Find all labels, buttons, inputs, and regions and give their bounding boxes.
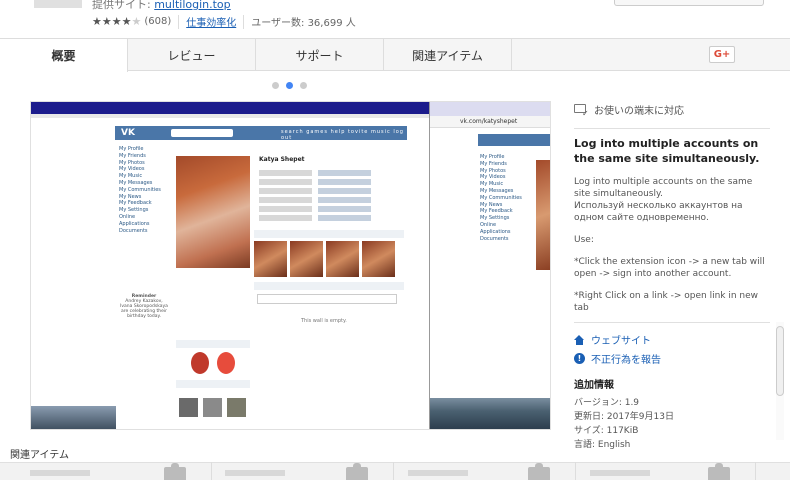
description-body: Log into multiple accounts on the same s…	[574, 176, 770, 324]
carousel-dot[interactable]	[272, 82, 279, 89]
vk-menu-item: Online	[480, 221, 497, 228]
wall-empty-text: This wall is empty.	[301, 318, 347, 324]
gift-image	[191, 352, 209, 374]
vk-left-menu-2: My Profile My Friends My Photos My Videos My…	[480, 154, 522, 242]
carousel-dot[interactable]	[300, 82, 307, 89]
related-items-title: 関連アイテム	[10, 450, 69, 461]
vk-menu-item: My Videos	[480, 174, 506, 181]
profile-photo	[176, 156, 250, 268]
friend-avatar	[203, 398, 222, 417]
meta-row: ★★★★★ (608) 仕事効率化 ユーザー数: 36,699 人	[92, 14, 356, 29]
scrollbar-thumb[interactable]	[776, 326, 784, 396]
vk-search-input	[171, 129, 233, 137]
puzzle-icon	[708, 463, 730, 480]
gplus-share-button[interactable]: G+	[709, 46, 735, 63]
vk-menu-item: Documents	[480, 235, 509, 242]
gifts-header	[176, 340, 250, 348]
description-paragraph: *Click the extension icon -> a new tab w…	[574, 257, 765, 279]
vk-header: VK search games help tovite music log ou…	[115, 126, 407, 141]
url-bar: vk.com/katyshepet	[430, 116, 550, 128]
description-paragraph: Log into multiple accounts on the same s…	[574, 177, 753, 223]
vk-menu-item: My Videos	[119, 166, 145, 173]
rating-stars[interactable]: ★★★★★	[92, 15, 141, 28]
device-compat: ✓ お使いの端末に対応	[574, 102, 684, 118]
vk-nav: search games help tovite music log out	[281, 129, 404, 141]
vk-logo: VK	[121, 128, 135, 138]
wall-input	[257, 294, 397, 304]
vk-menu-item: My Communities	[119, 186, 161, 193]
updated-info: 更新日: 2017年9月13日	[574, 412, 674, 422]
vk-menu-item: My Photos	[119, 159, 145, 166]
vk-menu-item: My Messages	[480, 187, 514, 194]
vk-menu-item: My Profile	[119, 146, 144, 152]
wall-header	[254, 282, 404, 290]
language-info: 言語: English	[574, 440, 631, 450]
additional-info-title: 追加情報	[574, 380, 614, 391]
friends-header	[176, 380, 250, 388]
friend-avatar	[179, 398, 198, 417]
description-title: Log into multiple accounts on the same s…	[574, 137, 760, 165]
vk-left-menu: My Profile My Friends My Photos My Videos My…	[119, 146, 169, 234]
desktop-background	[31, 406, 116, 429]
vk-menu-item: My Messages	[119, 179, 153, 186]
vk-menu-item: Applications	[119, 220, 150, 227]
tab-reviews[interactable]: レビュー	[128, 39, 256, 71]
add-button-edge[interactable]	[614, 0, 764, 6]
vk-menu-item: My News	[480, 201, 503, 208]
puzzle-icon	[346, 463, 368, 480]
version-info: バージョン: 1.9	[574, 398, 640, 408]
vk-menu-item: My Friends	[119, 152, 146, 159]
vk-menu-item: My Music	[119, 173, 143, 180]
browser-tabbar	[31, 102, 431, 114]
description-paragraph: Use:	[574, 235, 594, 245]
provider-link[interactable]: multilogin.top	[154, 0, 230, 11]
vk-reminder: Reminder Andrey Kazakov, Ivana Skoropods…	[120, 294, 168, 319]
vk-menu-item: My Feedback	[119, 200, 152, 207]
puzzle-icon	[164, 463, 186, 480]
vk-menu-item: My Profile	[480, 154, 505, 160]
second-browser-window: vk.com/katyshepet My Profile My Friends My…	[429, 102, 550, 429]
description-paragraph: *Right Click on a link -> open link in n…	[574, 291, 759, 313]
sea-background	[430, 398, 550, 429]
vk-menu-item: Applications	[480, 228, 511, 235]
photo-thumbnails	[254, 241, 395, 277]
item-header: 提供サイト: multilogin.top ★★★★★ (608) 仕事効率化 …	[0, 0, 790, 38]
vk-menu-item: My Communities	[480, 194, 522, 201]
vk-menu-item: My News	[119, 193, 142, 200]
tab-related[interactable]: 関連アイテム	[384, 39, 512, 71]
carousel-dot-active[interactable]	[286, 82, 293, 89]
user-count: ユーザー数: 36,699 人	[251, 18, 356, 29]
carousel-dots	[272, 82, 307, 89]
website-link[interactable]: ウェブサイト	[574, 332, 651, 347]
tab-overview[interactable]: 概要	[0, 39, 128, 72]
tab-support[interactable]: サポート	[256, 39, 384, 71]
friend-avatar	[227, 398, 246, 417]
profile-info	[259, 170, 399, 224]
home-icon	[574, 334, 585, 345]
gift-image	[217, 352, 235, 374]
report-abuse-link[interactable]: ! 不正行為を報告	[574, 351, 661, 366]
extension-logo	[34, 0, 82, 8]
vk-menu-item: Documents	[119, 227, 148, 234]
screenshot-preview[interactable]: VK search games help tovite music log ou…	[30, 101, 551, 430]
photos-header	[254, 230, 404, 238]
vk-menu-item: My Feedback	[480, 208, 513, 215]
rating-count: (608)	[144, 16, 172, 27]
puzzle-icon	[528, 463, 550, 480]
provider-line: 提供サイト: multilogin.top	[92, 0, 231, 11]
vk-menu-item: My Settings	[480, 215, 510, 222]
device-check-icon: ✓	[574, 103, 590, 118]
vk-menu-item: My Photos	[480, 167, 506, 174]
vk-menu-item: My Friends	[480, 160, 507, 167]
profile-name: Katya Shepet	[259, 156, 305, 163]
category-link[interactable]: 仕事効率化	[186, 14, 236, 29]
vk-menu-item: My Music	[480, 181, 504, 188]
tab-bar: 概要 レビュー サポート 関連アイテム G+	[0, 38, 790, 72]
vk-menu-item: My Settings	[119, 207, 149, 214]
warning-icon: !	[574, 353, 585, 364]
vk-menu-item: Online	[119, 213, 136, 220]
size-info: サイズ: 117KiB	[574, 426, 639, 436]
